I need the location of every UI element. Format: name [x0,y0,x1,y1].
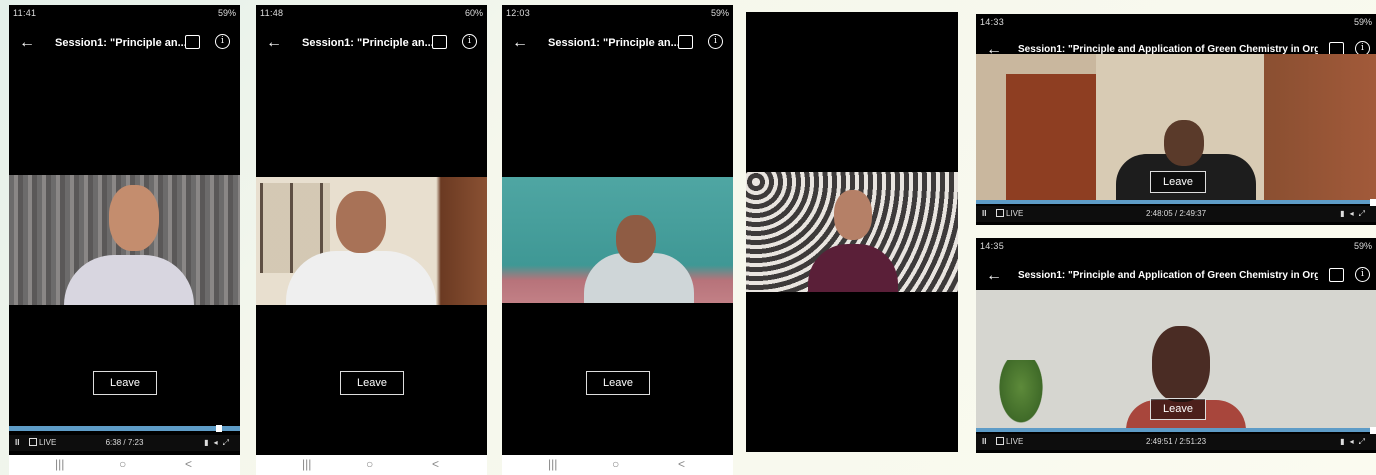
session-title: Session1: "Principle and Application of … [1018,270,1318,281]
progress-knob[interactable] [1370,199,1376,206]
progress-knob[interactable] [216,425,222,432]
video-frame [502,177,733,303]
battery-level: 60% [464,8,483,18]
tablet-screen-2: 14:35 59% ← Session1: "Principle and App… [976,238,1376,453]
player-icons[interactable]: ▮◂⤢ [204,438,234,448]
player-controls: II LIVE 6:38 / 7:23 ▮◂⤢ [9,435,240,451]
top-bar: ← Session1: "Principle an... i [9,31,240,61]
status-bar: 14:35 59% [976,238,1376,256]
speaker-body [286,251,436,305]
status-time: 11:48 [260,8,284,18]
android-nav-bar: ||| ○ < [9,455,240,475]
video-frame [9,175,240,305]
home-icon[interactable]: ○ [119,457,126,471]
back-nav-icon[interactable]: < [185,457,192,471]
player-controls: II LIVE 2:49:51 / 2:51:23 ▮◂⤢ [976,434,1376,450]
progress-knob[interactable] [1370,427,1376,434]
home-icon[interactable]: ○ [366,457,373,471]
status-time: 12:03 [506,8,531,18]
progress-bar[interactable] [976,427,1376,434]
status-bar: 11:41 59% [9,5,240,23]
info-icon[interactable]: i [1355,267,1370,282]
player-icons[interactable]: ▮◂⤢ [1340,209,1370,219]
playback-time: 2:49:51 / 2:51:23 [1145,437,1207,446]
speaker-head [1164,120,1204,166]
battery-level: 59% [710,8,729,18]
speaker-head [616,215,656,263]
back-nav-icon[interactable]: < [432,457,439,471]
top-bar: ← Session1: "Principle an... i [502,31,733,61]
chat-icon[interactable] [1329,268,1344,282]
player-controls: II LIVE 2:48:05 / 2:49:37 ▮◂⤢ [976,206,1376,222]
home-icon[interactable]: ○ [612,457,619,471]
status-bar: 12:03 59% [502,5,733,23]
battery-level: 59% [217,8,236,18]
session-title: Session1: "Principle an... [302,37,432,49]
session-title: Session1: "Principle an... [55,37,185,49]
video-frame [746,172,958,292]
progress-bar[interactable] [976,199,1376,206]
speaker-head [109,185,159,251]
info-icon[interactable]: i [215,34,230,49]
speaker-body [808,244,898,292]
tablet-screen-1: 14:33 59% ← Session1: "Principle and App… [976,14,1376,225]
leave-button[interactable]: Leave [1150,398,1206,420]
phone-screen-3: 12:03 59% ← Session1: "Principle an... i… [502,5,733,475]
playback-time: 2:48:05 / 2:49:37 [1145,209,1207,218]
recent-apps-icon[interactable]: ||| [302,457,311,471]
door [1006,74,1096,200]
battery-level: 59% [1353,17,1372,27]
android-nav-bar: ||| ○ < [256,455,487,475]
session-title: Session1: "Principle an... [548,37,678,49]
status-time: 11:41 [13,8,37,18]
recent-apps-icon[interactable]: ||| [55,457,64,471]
back-arrow-icon[interactable]: ← [19,34,35,52]
speaker-head [834,190,872,240]
speaker-body [64,255,194,305]
back-arrow-icon[interactable]: ← [986,267,1002,285]
status-bar: 14:33 59% [976,14,1376,32]
speaker-head [336,191,386,253]
chat-icon[interactable] [678,35,693,49]
top-bar: ← Session1: "Principle an... i [256,31,487,61]
player-icons[interactable]: ▮◂⤢ [1340,437,1370,447]
phone-screen-1: 11:41 59% ← Session1: "Principle an... i… [9,5,240,475]
phone-screen-2: 11:48 60% ← Session1: "Principle an... i… [256,5,487,475]
back-arrow-icon[interactable]: ← [266,34,282,52]
status-time: 14:33 [980,17,1005,27]
phone-screen-4 [746,12,958,452]
plant [996,360,1046,428]
leave-button[interactable]: Leave [93,371,157,395]
chat-icon[interactable] [185,35,200,49]
status-time: 14:35 [980,241,1005,251]
speaker-head [1152,326,1210,402]
leave-button[interactable]: Leave [340,371,404,395]
leave-button[interactable]: Leave [1150,171,1206,193]
info-icon[interactable]: i [462,34,477,49]
status-bar: 11:48 60% [256,5,487,23]
info-icon[interactable]: i [708,34,723,49]
recent-apps-icon[interactable]: ||| [548,457,557,471]
android-nav-bar: ||| ○ < [502,455,733,475]
video-frame [256,177,487,305]
leave-button[interactable]: Leave [586,371,650,395]
battery-level: 59% [1353,241,1372,251]
progress-bar[interactable] [9,425,240,432]
back-arrow-icon[interactable]: ← [512,34,528,52]
back-nav-icon[interactable]: < [678,457,685,471]
chat-icon[interactable] [432,35,447,49]
